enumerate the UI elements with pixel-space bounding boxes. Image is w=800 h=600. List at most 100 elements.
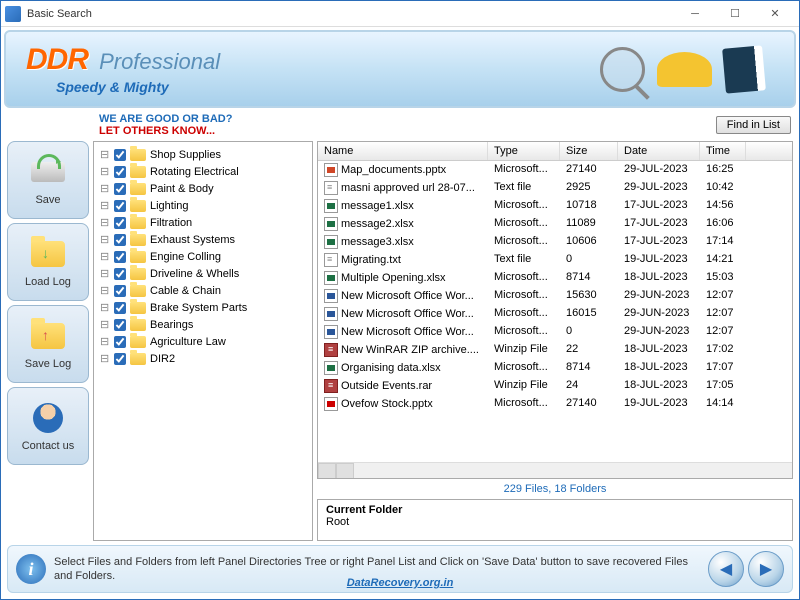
list-row[interactable]: message2.xlsxMicrosoft...1108917-JUL-202… (318, 215, 792, 233)
tree-checkbox[interactable] (114, 234, 126, 246)
promo-line2: LET OTHERS KNOW... (99, 125, 232, 137)
file-size: 0 (560, 252, 618, 268)
list-row[interactable]: masni approved url 28-07...Text file2925… (318, 179, 792, 197)
load-log-button[interactable]: Load Log (7, 223, 89, 301)
tree-label: DIR2 (150, 353, 175, 365)
list-row[interactable]: New Microsoft Office Wor...Microsoft...0… (318, 323, 792, 341)
col-date[interactable]: Date (618, 142, 700, 160)
find-in-list-button[interactable]: Find in List (716, 116, 791, 134)
file-name: New Microsoft Office Wor... (341, 290, 474, 302)
file-name: Multiple Opening.xlsx (341, 272, 446, 284)
tree-checkbox[interactable] (114, 285, 126, 297)
list-row[interactable]: message1.xlsxMicrosoft...1071817-JUL-202… (318, 197, 792, 215)
right-column: Name Type Size Date Time Map_documents.p… (317, 141, 793, 541)
list-row[interactable]: Migrating.txtText file019-JUL-202314:21 (318, 251, 792, 269)
file-size: 16015 (560, 306, 618, 322)
tree-checkbox[interactable] (114, 149, 126, 161)
minimize-button[interactable]: ─ (675, 3, 715, 25)
app-window: Basic Search ─ ☐ ✕ DDR Professional Spee… (0, 0, 800, 600)
col-type[interactable]: Type (488, 142, 560, 160)
folder-icon (130, 166, 146, 178)
file-size: 11089 (560, 216, 618, 232)
folder-icon (130, 149, 146, 161)
file-name: Outside Events.rar (341, 380, 432, 392)
tree-item[interactable]: ⊟Driveline & Whells (96, 265, 310, 282)
folder-icon (130, 200, 146, 212)
file-date: 29-JUN-2023 (618, 288, 700, 304)
tree-item[interactable]: ⊟Bearings (96, 316, 310, 333)
file-type: Microsoft... (488, 198, 560, 214)
file-name: Map_documents.pptx (341, 164, 446, 176)
file-icon (324, 271, 338, 285)
list-row[interactable]: New WinRAR ZIP archive....Winzip File221… (318, 341, 792, 359)
tree-item[interactable]: ⊟Paint & Body (96, 180, 310, 197)
list-row[interactable]: Organising data.xlsxMicrosoft...871418-J… (318, 359, 792, 377)
file-type: Winzip File (488, 342, 560, 358)
file-date: 29-JUN-2023 (618, 306, 700, 322)
tree-checkbox[interactable] (114, 200, 126, 212)
tree-checkbox[interactable] (114, 183, 126, 195)
tree-item[interactable]: ⊟Lighting (96, 197, 310, 214)
close-button[interactable]: ✕ (755, 3, 795, 25)
tree-item[interactable]: ⊟Brake System Parts (96, 299, 310, 316)
file-size: 8714 (560, 270, 618, 286)
file-type: Microsoft... (488, 360, 560, 376)
tree-item[interactable]: ⊟Filtration (96, 214, 310, 231)
tree-item[interactable]: ⊟Agriculture Law (96, 333, 310, 350)
folder-down-icon (31, 241, 65, 267)
file-icon (324, 217, 338, 231)
col-time[interactable]: Time (700, 142, 746, 160)
folder-tree[interactable]: ⊟Shop Supplies⊟Rotating Electrical⊟Paint… (93, 141, 313, 541)
file-date: 18-JUL-2023 (618, 378, 700, 394)
maximize-button[interactable]: ☐ (715, 3, 755, 25)
promo-banner[interactable]: WE ARE GOOD OR BAD? LET OTHERS KNOW... (99, 113, 232, 137)
tree-item[interactable]: ⊟Shop Supplies (96, 146, 310, 163)
file-date: 29-JUN-2023 (618, 324, 700, 340)
file-icon (324, 379, 338, 393)
list-row[interactable]: New Microsoft Office Wor...Microsoft...1… (318, 287, 792, 305)
horizontal-scrollbar[interactable] (318, 462, 792, 478)
tree-item[interactable]: ⊟DIR2 (96, 350, 310, 367)
file-time: 16:06 (700, 216, 746, 232)
tree-item[interactable]: ⊟Exhaust Systems (96, 231, 310, 248)
file-time: 12:07 (700, 306, 746, 322)
contact-us-button[interactable]: Contact us (7, 387, 89, 465)
person-icon (33, 403, 63, 433)
tree-checkbox[interactable] (114, 319, 126, 331)
list-body[interactable]: Map_documents.pptx Microsoft... 27140 29-JU… (318, 161, 792, 462)
file-type: Microsoft... (488, 162, 560, 178)
website-link[interactable]: DataRecovery.org.in (347, 577, 454, 589)
tree-checkbox[interactable] (114, 268, 126, 280)
save-log-button[interactable]: Save Log (7, 305, 89, 383)
tree-item[interactable]: ⊟Cable & Chain (96, 282, 310, 299)
file-time: 17:05 (700, 378, 746, 394)
file-size: 24 (560, 378, 618, 394)
list-row[interactable]: Multiple Opening.xlsxMicrosoft...871418-… (318, 269, 792, 287)
tree-checkbox[interactable] (114, 251, 126, 263)
nav-forward-button[interactable]: ▶ (748, 551, 784, 587)
file-size: 10718 (560, 198, 618, 214)
folder-icon (130, 336, 146, 348)
nav-back-button[interactable]: ◀ (708, 551, 744, 587)
file-icon (324, 253, 338, 267)
col-name[interactable]: Name (318, 142, 488, 160)
list-header[interactable]: Name Type Size Date Time (318, 142, 792, 161)
col-size[interactable]: Size (560, 142, 618, 160)
list-row[interactable]: New Microsoft Office Wor...Microsoft...1… (318, 305, 792, 323)
list-row[interactable]: Ovefow Stock.pptxMicrosoft...2714019-JUL… (318, 395, 792, 413)
file-size: 27140 (560, 396, 618, 412)
tree-checkbox[interactable] (114, 166, 126, 178)
list-row[interactable]: message3.xlsxMicrosoft...1060617-JUL-202… (318, 233, 792, 251)
book-icon (722, 45, 766, 93)
tree-checkbox[interactable] (114, 353, 126, 365)
file-time: 10:42 (700, 180, 746, 196)
tree-checkbox[interactable] (114, 336, 126, 348)
save-button[interactable]: Save (7, 141, 89, 219)
list-row[interactable]: Outside Events.rarWinzip File2418-JUL-20… (318, 377, 792, 395)
tree-checkbox[interactable] (114, 217, 126, 229)
tree-item[interactable]: ⊟Rotating Electrical (96, 163, 310, 180)
tree-checkbox[interactable] (114, 302, 126, 314)
list-row[interactable]: Map_documents.pptxMicrosoft...2714029-JU… (318, 161, 792, 179)
tree-item[interactable]: ⊟Engine Colling (96, 248, 310, 265)
sidebar: Save Load Log Save Log Contact us (7, 141, 89, 541)
